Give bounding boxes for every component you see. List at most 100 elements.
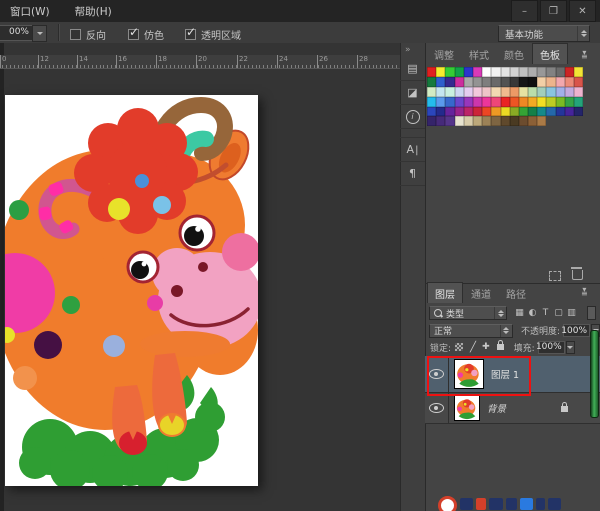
dither-checkbox[interactable]: 仿色 bbox=[128, 27, 164, 42]
color-swatch[interactable] bbox=[436, 77, 445, 87]
color-swatch[interactable] bbox=[482, 87, 491, 97]
color-swatch[interactable] bbox=[519, 87, 528, 97]
layer-fill-input[interactable]: 100% bbox=[538, 341, 565, 354]
checkbox-box[interactable] bbox=[70, 29, 81, 40]
filter-smartobject-icon[interactable]: ▥ bbox=[565, 308, 578, 318]
color-swatch[interactable] bbox=[519, 67, 528, 77]
opacity-dropdown-button[interactable] bbox=[32, 25, 47, 42]
color-swatch[interactable] bbox=[455, 87, 464, 97]
color-swatch[interactable] bbox=[482, 107, 491, 117]
color-swatch[interactable] bbox=[436, 87, 445, 97]
color-swatch[interactable] bbox=[455, 116, 464, 126]
color-swatch[interactable] bbox=[464, 97, 473, 107]
fill-drop-button[interactable] bbox=[566, 341, 575, 354]
layer-filter-select[interactable]: 类型 bbox=[429, 306, 507, 320]
restore-button[interactable]: ❐ bbox=[540, 0, 567, 22]
color-swatch[interactable] bbox=[427, 116, 436, 126]
checkbox-box[interactable] bbox=[185, 29, 196, 40]
tab-adjustments[interactable]: 调整 bbox=[427, 44, 461, 64]
color-swatch[interactable] bbox=[528, 97, 537, 107]
color-swatch[interactable] bbox=[546, 67, 555, 77]
color-swatch[interactable] bbox=[473, 87, 482, 97]
color-swatch[interactable] bbox=[491, 77, 500, 87]
color-swatch[interactable] bbox=[510, 97, 519, 107]
filter-pixel-icon[interactable]: ▦ bbox=[513, 308, 526, 318]
color-swatch[interactable] bbox=[519, 77, 528, 87]
color-swatch[interactable] bbox=[482, 116, 491, 126]
opacity-input[interactable]: 00% bbox=[0, 25, 33, 41]
color-swatch[interactable] bbox=[574, 107, 583, 117]
color-swatch[interactable] bbox=[556, 67, 565, 77]
color-swatch[interactable] bbox=[556, 97, 565, 107]
layer-thumbnail[interactable] bbox=[454, 359, 484, 389]
menu-window[interactable]: 窗口(W) bbox=[0, 0, 60, 19]
new-swatch-icon[interactable] bbox=[549, 271, 561, 281]
color-swatch[interactable] bbox=[436, 107, 445, 117]
tab-layers[interactable]: 图层 bbox=[427, 282, 463, 303]
color-swatch[interactable] bbox=[546, 107, 555, 117]
color-swatch[interactable] bbox=[528, 77, 537, 87]
properties-icon[interactable]: ◪ bbox=[400, 81, 425, 105]
layer-row-1[interactable]: 图层 1 bbox=[425, 356, 600, 393]
workspace-switcher[interactable]: 基本功能 bbox=[498, 25, 590, 42]
color-swatch[interactable] bbox=[427, 67, 436, 77]
color-swatch[interactable] bbox=[546, 87, 555, 97]
expand-panels-icon[interactable]: » bbox=[405, 45, 410, 55]
scrollbar-thumb[interactable] bbox=[590, 330, 599, 418]
close-button[interactable]: ✕ bbox=[569, 0, 596, 22]
filter-type-icon[interactable]: T bbox=[539, 308, 552, 318]
color-swatch[interactable] bbox=[491, 107, 500, 117]
color-swatch[interactable] bbox=[537, 107, 546, 117]
color-swatch[interactable] bbox=[491, 97, 500, 107]
lock-move-icon[interactable]: ✚ bbox=[482, 342, 490, 352]
color-swatch[interactable] bbox=[473, 67, 482, 77]
color-swatch[interactable] bbox=[482, 67, 491, 77]
color-swatch[interactable] bbox=[501, 116, 510, 126]
color-swatch[interactable] bbox=[482, 77, 491, 87]
color-swatch[interactable] bbox=[491, 116, 500, 126]
color-swatch[interactable] bbox=[501, 77, 510, 87]
color-swatch[interactable] bbox=[445, 107, 454, 117]
color-swatch[interactable] bbox=[455, 107, 464, 117]
color-swatch[interactable] bbox=[574, 77, 583, 87]
color-swatch[interactable] bbox=[436, 116, 445, 126]
color-swatch[interactable] bbox=[491, 67, 500, 77]
panel-menu-icon[interactable]: ▾≡ bbox=[581, 51, 588, 59]
color-swatch[interactable] bbox=[574, 97, 583, 107]
layer-opacity-input[interactable]: 100% bbox=[563, 324, 590, 337]
layer-name[interactable]: 图层 1 bbox=[491, 367, 519, 381]
color-swatch[interactable] bbox=[537, 97, 546, 107]
color-swatch[interactable] bbox=[556, 77, 565, 87]
color-swatch[interactable] bbox=[556, 87, 565, 97]
layer-thumbnail[interactable] bbox=[454, 395, 480, 421]
color-swatch[interactable] bbox=[455, 67, 464, 77]
color-swatch[interactable] bbox=[464, 87, 473, 97]
color-swatch[interactable] bbox=[510, 107, 519, 117]
filter-toggle[interactable] bbox=[587, 306, 596, 320]
color-swatch[interactable] bbox=[445, 87, 454, 97]
lock-all-icon[interactable] bbox=[497, 344, 504, 350]
color-swatch[interactable] bbox=[473, 77, 482, 87]
color-swatch[interactable] bbox=[501, 87, 510, 97]
color-swatch[interactable] bbox=[445, 67, 454, 77]
tab-channels[interactable]: 通道 bbox=[464, 283, 498, 303]
color-swatch[interactable] bbox=[501, 97, 510, 107]
tab-styles[interactable]: 样式 bbox=[462, 44, 496, 64]
color-swatch[interactable] bbox=[537, 116, 546, 126]
tab-color[interactable]: 颜色 bbox=[497, 44, 531, 64]
color-swatch[interactable] bbox=[528, 87, 537, 97]
color-swatch[interactable] bbox=[427, 77, 436, 87]
color-swatch[interactable] bbox=[519, 107, 528, 117]
color-swatch[interactable] bbox=[464, 67, 473, 77]
color-swatch[interactable] bbox=[436, 97, 445, 107]
transparency-checkbox[interactable]: 透明区域 bbox=[185, 27, 241, 42]
lock-transparent-icon[interactable] bbox=[455, 343, 463, 351]
color-swatch[interactable] bbox=[473, 116, 482, 126]
color-swatch[interactable] bbox=[537, 67, 546, 77]
color-swatch[interactable] bbox=[445, 97, 454, 107]
color-swatch[interactable] bbox=[574, 87, 583, 97]
color-swatch[interactable] bbox=[565, 87, 574, 97]
color-swatch[interactable] bbox=[519, 116, 528, 126]
layer-row-background[interactable]: 背景 bbox=[425, 393, 600, 424]
trash-icon[interactable] bbox=[572, 270, 583, 280]
